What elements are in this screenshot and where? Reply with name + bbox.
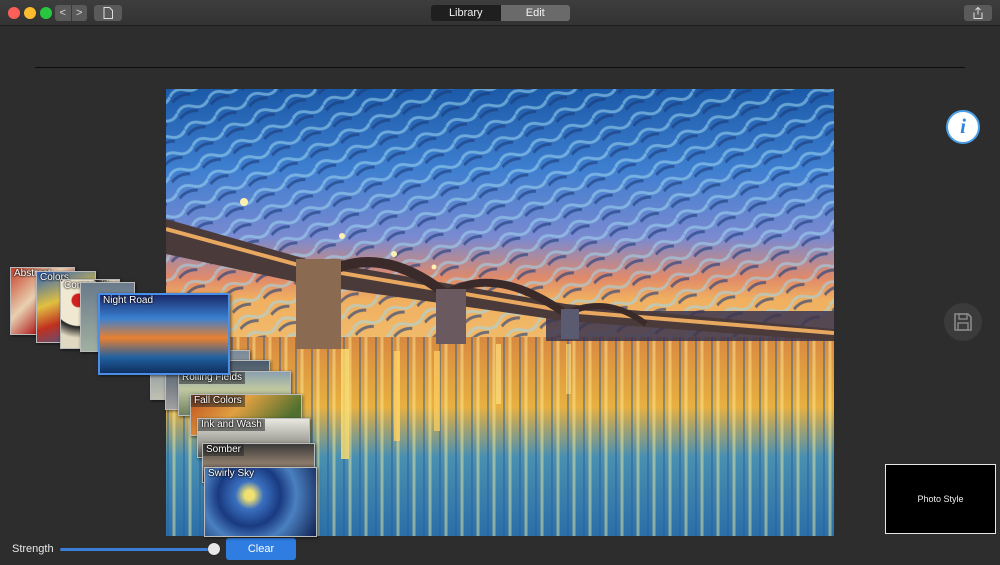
style-card-swirly-sky[interactable]: Swirly Sky — [204, 467, 317, 537]
share-button[interactable] — [964, 5, 992, 21]
save-button[interactable] — [944, 303, 982, 341]
divider — [35, 67, 965, 68]
clear-button[interactable]: Clear — [226, 538, 296, 560]
style-card-label: Swirly Sky — [208, 468, 255, 479]
minimize-window-button[interactable] — [24, 7, 36, 19]
style-card-label: Somber — [203, 444, 245, 456]
style-card-label: Fall Colors — [191, 395, 245, 407]
photo-style-label: Photo Style — [917, 494, 964, 504]
document-button[interactable] — [94, 5, 122, 21]
strength-label: Strength — [12, 543, 54, 555]
close-window-button[interactable] — [8, 7, 20, 19]
view-segmented-control: Library Edit — [431, 5, 570, 21]
document-icon — [103, 7, 113, 19]
tab-library[interactable]: Library — [431, 5, 501, 21]
zoom-window-button[interactable] — [40, 7, 52, 19]
forward-button[interactable]: > — [72, 5, 88, 21]
nav-button-group: < > — [55, 5, 87, 21]
photo-style-box[interactable]: Photo Style — [885, 464, 996, 534]
titlebar: < > Library Edit — [0, 0, 1000, 26]
strength-slider-track[interactable] — [60, 548, 215, 551]
info-button[interactable]: i — [946, 110, 980, 144]
style-card-night-road[interactable]: Night Road — [98, 293, 230, 375]
tab-edit[interactable]: Edit — [500, 5, 570, 21]
style-card-label: Ink and Wash — [198, 419, 265, 431]
floppy-disk-icon — [954, 313, 972, 331]
style-card-label: Night Road — [103, 295, 154, 306]
back-button[interactable]: < — [55, 5, 72, 21]
info-icon: i — [960, 114, 966, 138]
share-icon — [973, 7, 983, 19]
app-window: < > Library Edit Abstract Colors Night R… — [0, 0, 1000, 565]
strength-slider-thumb[interactable] — [208, 543, 220, 555]
